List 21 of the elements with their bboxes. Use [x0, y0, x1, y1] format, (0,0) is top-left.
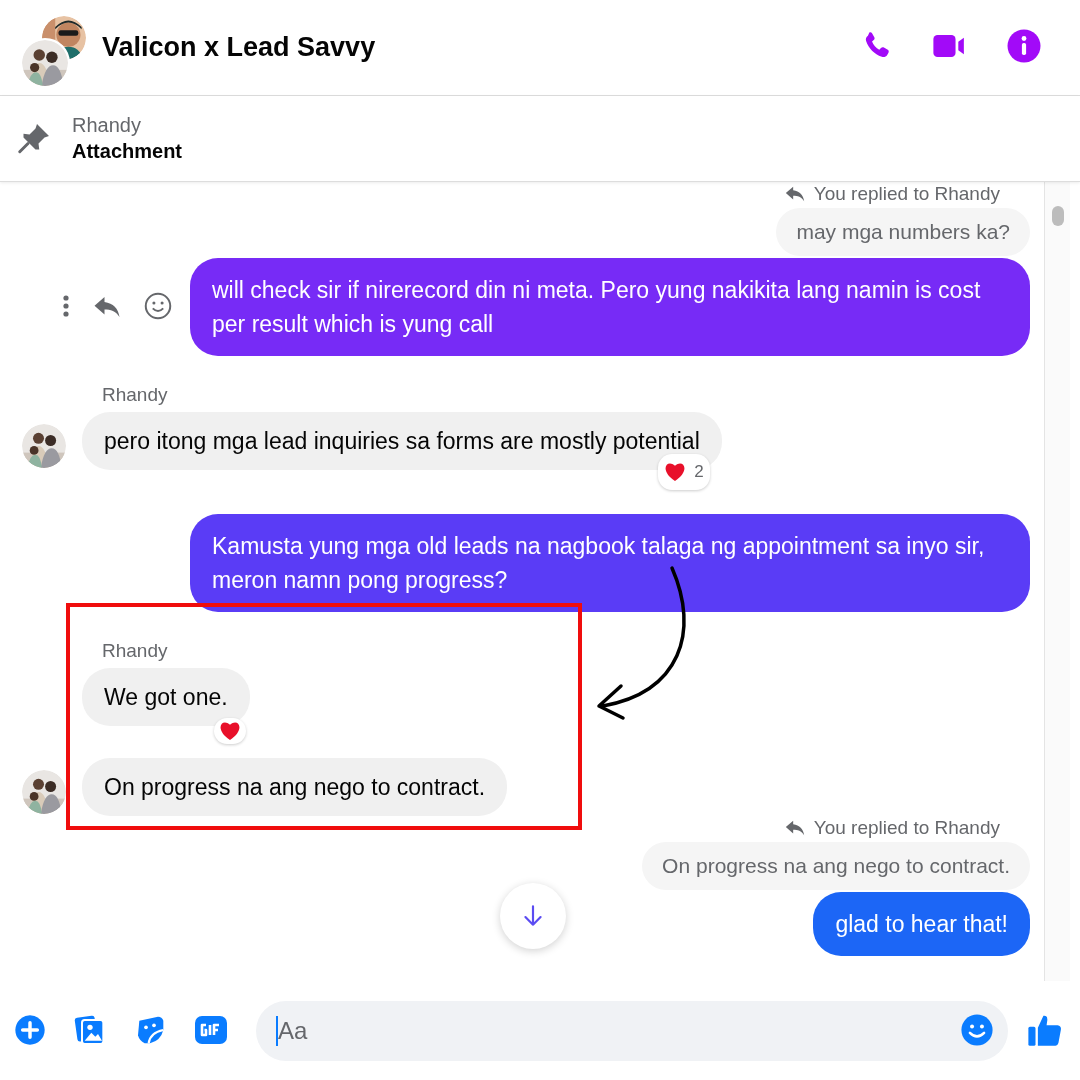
reaction-count: 2: [694, 461, 704, 483]
reaction-badge[interactable]: 2: [658, 454, 710, 490]
reply-label: You replied to Rhandy: [813, 183, 1000, 205]
message-input[interactable]: Aa: [276, 1016, 960, 1046]
sender-name: Rhandy: [102, 640, 169, 662]
quoted-message[interactable]: On progress na ang nego to contract.: [642, 842, 1030, 890]
heart-icon: [219, 721, 241, 741]
sender-name: Rhandy: [102, 384, 169, 406]
conversation-title: Valicon x Lead Savvy: [102, 32, 377, 63]
sent-message: Kamusta yung mga old leads na nagbook talaga ng appointment sa inyo sir, meron namn pong progress?: [190, 514, 1030, 612]
reaction-badge[interactable]: [214, 718, 246, 744]
quoted-message[interactable]: may mga numbers ka?: [776, 208, 1030, 256]
message-field[interactable]: Aa: [256, 1001, 1008, 1061]
scroll-thumb[interactable]: [1052, 206, 1064, 226]
received-message: On progress na ang nego to contract.: [82, 758, 508, 816]
sent-message: will check sir if nirerecord din ni meta. Pero yung nakikita lang namin is cost per result which is yung call: [190, 258, 1030, 356]
pinned-sender: Rhandy: [72, 114, 142, 137]
heart-icon: [664, 462, 687, 482]
reply-label: You replied to Rhandy: [813, 817, 1000, 839]
sent-message: glad to hear that!: [813, 892, 1030, 956]
pinned-message[interactable]: Attachment: [72, 140, 182, 163]
